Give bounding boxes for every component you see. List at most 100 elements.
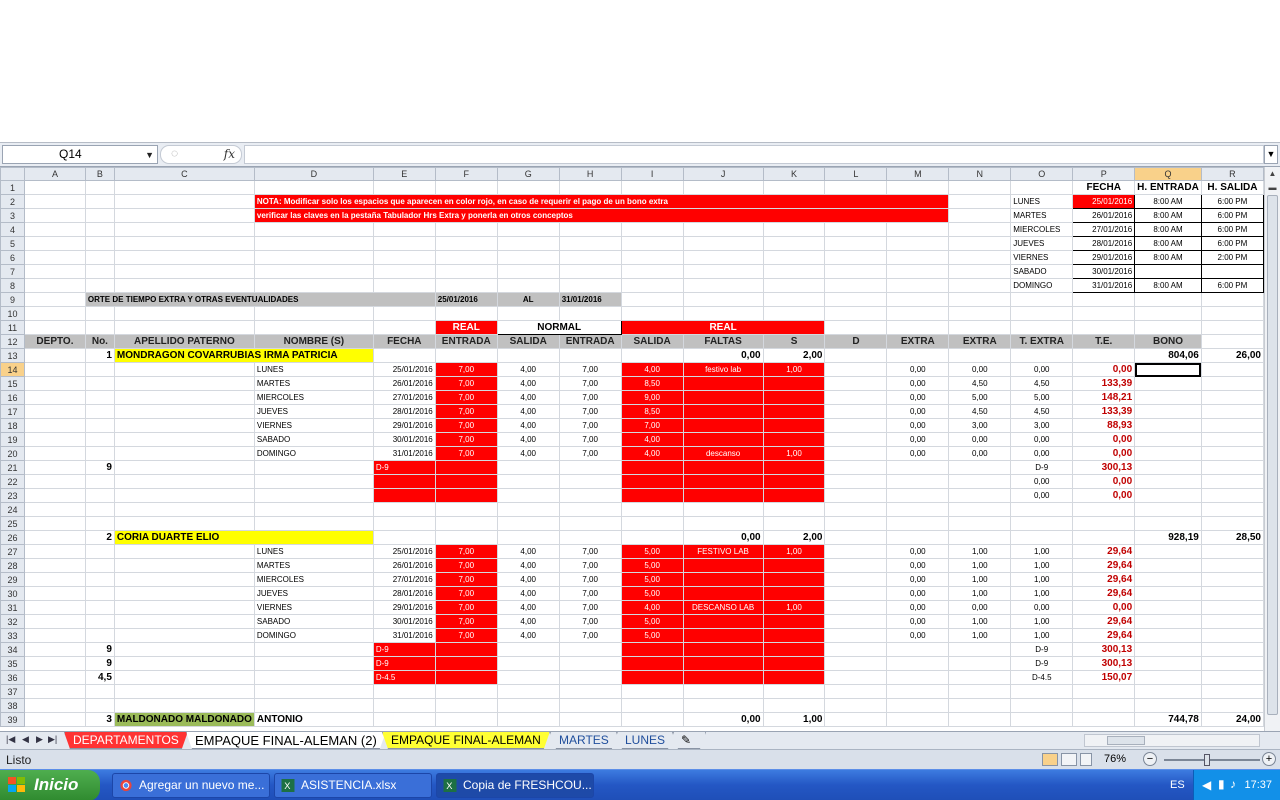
language-indicator[interactable]: ES	[1170, 779, 1185, 791]
cell-g39[interactable]	[496, 712, 560, 727]
row-header-17[interactable]: 17	[0, 404, 25, 419]
cell-n7[interactable]	[948, 264, 1012, 279]
normal-view-icon[interactable]	[1042, 753, 1058, 766]
extra-2[interactable]: 0,00	[948, 432, 1012, 447]
extra-t-code[interactable]: D-4.5	[1010, 670, 1074, 685]
t-extra[interactable]: 4,50	[1010, 376, 1074, 391]
day-date[interactable]: 29/01/2016	[372, 418, 436, 433]
extra-1[interactable]: 0,00	[886, 404, 950, 419]
real-salida[interactable]: 4,00	[620, 432, 684, 447]
cell-n9[interactable]	[948, 292, 1012, 307]
real-entrada[interactable]: 7,00	[434, 390, 498, 405]
extra-t-code[interactable]: D-9	[1010, 656, 1074, 671]
cell-h25[interactable]	[558, 516, 622, 531]
cell-r24[interactable]	[1200, 502, 1264, 517]
extra-fill-k[interactable]	[762, 460, 826, 475]
employee-s-total[interactable]: 2,00	[762, 530, 826, 545]
te-amount[interactable]: 88,93	[1072, 418, 1136, 433]
cell-i25[interactable]	[620, 516, 684, 531]
normal-entrada[interactable]: 7,00	[558, 586, 622, 601]
cell-i8[interactable]	[620, 278, 684, 293]
cell-a30[interactable]	[23, 586, 86, 601]
te-amount[interactable]: 0,00	[1072, 432, 1136, 447]
cell-c25[interactable]	[113, 516, 255, 531]
column-header-p[interactable]: P	[1072, 167, 1136, 181]
day-date[interactable]: 26/01/2016	[372, 558, 436, 573]
cell-n37[interactable]	[948, 684, 1012, 699]
cell-m8[interactable]	[886, 278, 950, 293]
cell-e1[interactable]	[372, 180, 436, 195]
t-extra[interactable]: 5,00	[1010, 390, 1074, 405]
cell-m5[interactable]	[886, 236, 950, 251]
cell-k9[interactable]	[762, 292, 826, 307]
extra-fill-i[interactable]	[620, 642, 684, 657]
real-entrada[interactable]: 7,00	[434, 586, 498, 601]
cell-r31[interactable]	[1200, 600, 1264, 615]
chevron-down-icon[interactable]: ▼	[145, 147, 154, 164]
cell-e13[interactable]	[372, 348, 436, 363]
row-header-6[interactable]: 6	[0, 250, 25, 265]
cell-b30[interactable]	[84, 586, 115, 601]
cell-q15[interactable]	[1134, 376, 1202, 391]
schedule-day[interactable]: LUNES	[1010, 194, 1074, 209]
day-date[interactable]: 28/01/2016	[372, 586, 436, 601]
cell-r32[interactable]	[1200, 614, 1264, 629]
cell-c11[interactable]	[113, 320, 255, 335]
faltas[interactable]	[682, 572, 764, 587]
group-real-1[interactable]: REAL	[434, 320, 498, 335]
cell-n5[interactable]	[948, 236, 1012, 251]
cell-c20[interactable]	[113, 446, 255, 461]
cell-f8[interactable]	[434, 278, 498, 293]
cell-o10[interactable]	[1010, 306, 1074, 321]
normal-salida[interactable]: 4,00	[496, 418, 560, 433]
cell-e6[interactable]	[372, 250, 436, 265]
cell-c29[interactable]	[113, 572, 255, 587]
cell-a17[interactable]	[23, 404, 86, 419]
employee-number[interactable]: 3	[84, 712, 115, 727]
row-header-2[interactable]: 2	[0, 194, 25, 209]
cell-q18[interactable]	[1134, 418, 1202, 433]
extra-code[interactable]: D-9	[372, 642, 436, 657]
day-name[interactable]: MIERCOLES	[253, 390, 374, 405]
extra-2[interactable]: 5,00	[948, 390, 1012, 405]
cell-p25[interactable]	[1072, 516, 1136, 531]
row-header-25[interactable]: 25	[0, 516, 25, 531]
normal-salida[interactable]: 4,00	[496, 376, 560, 391]
row-header-27[interactable]: 27	[0, 544, 25, 559]
header-f[interactable]: ENTRADA	[434, 334, 498, 349]
extra-2[interactable]: 1,00	[948, 614, 1012, 629]
normal-entrada[interactable]: 7,00	[558, 418, 622, 433]
cell-p13[interactable]	[1072, 348, 1136, 363]
faltas[interactable]: festivo lab	[682, 362, 764, 377]
cell-f24[interactable]	[434, 502, 498, 517]
cell-h22[interactable]	[558, 474, 622, 489]
employee-hours[interactable]: 26,00	[1200, 348, 1264, 363]
cell-a22[interactable]	[23, 474, 86, 489]
cell-m36[interactable]	[886, 670, 950, 685]
t-extra[interactable]: 1,00	[1010, 628, 1074, 643]
network-icon[interactable]: ▮	[1218, 777, 1225, 791]
cell-i5[interactable]	[620, 236, 684, 251]
cell-e11[interactable]	[372, 320, 436, 335]
cell-a6[interactable]	[23, 250, 86, 265]
extra-2[interactable]: 3,00	[948, 418, 1012, 433]
cell-b33[interactable]	[84, 628, 115, 643]
cell-j4[interactable]	[682, 222, 764, 237]
cell-h34[interactable]	[558, 642, 622, 657]
header-p[interactable]: T.E.	[1072, 334, 1136, 349]
cell-i26[interactable]	[620, 530, 684, 545]
prev-sheet-icon[interactable]: ◀	[22, 734, 29, 745]
faltas[interactable]	[682, 376, 764, 391]
cell-a2[interactable]	[23, 194, 86, 209]
cell-l6[interactable]	[824, 250, 888, 265]
row-header-13[interactable]: 13	[0, 348, 25, 363]
cell-j25[interactable]	[682, 516, 764, 531]
cell-h4[interactable]	[558, 222, 622, 237]
employee-name[interactable]: CORIA DUARTE ELIO	[113, 530, 374, 545]
cell-c32[interactable]	[113, 614, 255, 629]
cell-f38[interactable]	[434, 698, 498, 713]
extra-fill-i[interactable]	[620, 474, 684, 489]
schedule-out[interactable]: 6:00 PM	[1200, 236, 1264, 251]
extra-code-hours[interactable]: 4,5	[84, 670, 115, 685]
extra-fill-i[interactable]	[620, 460, 684, 475]
